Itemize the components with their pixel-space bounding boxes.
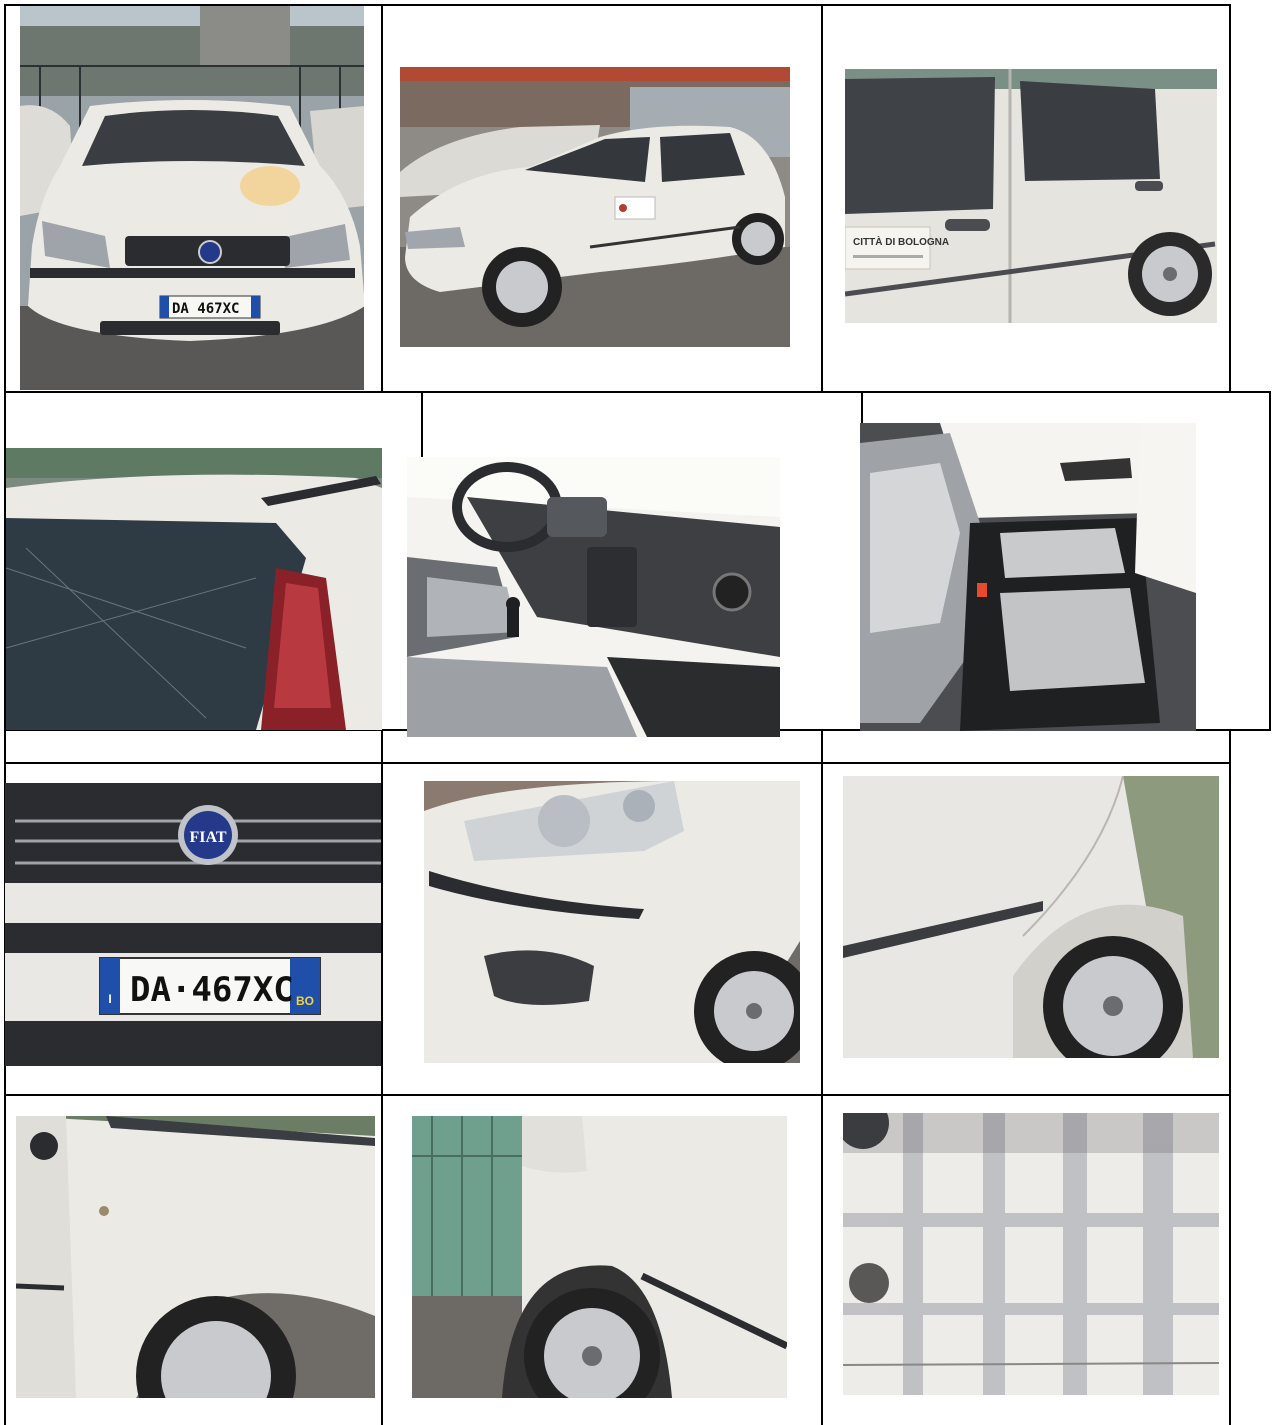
plate-number: DA 467XC: [172, 301, 239, 317]
plate-country-code: I: [108, 992, 111, 1006]
photo-front-side-view: [400, 67, 790, 347]
table-border: [421, 391, 423, 457]
table-border: [1229, 4, 1231, 393]
photo-front-fender-damage: [16, 1116, 375, 1398]
table-border: [861, 391, 863, 423]
plate-province-code: BO: [296, 994, 314, 1008]
table-border: [4, 762, 1231, 764]
table-border: [1269, 391, 1271, 731]
photo-rear-window-taillight: [6, 448, 382, 730]
door-sign-text: CITTÀ DI BOLOGNA: [853, 235, 949, 248]
photo-front-view: DA 467XC: [20, 6, 364, 390]
fiat-badge-text: FIAT: [189, 829, 226, 846]
photo-dashboard-interior: [407, 457, 780, 737]
photo-rear-wheel-damage: [843, 776, 1219, 1058]
photo-front-grille-plate: FIAT I BO DA·467XC: [5, 783, 381, 1066]
photo-side-doors-view: CITTÀ DI BOLOGNA: [845, 69, 1217, 323]
table-border: [821, 4, 823, 393]
table-border: [821, 729, 823, 764]
photo-front-bumper-headlight: [424, 781, 800, 1063]
table-border: [4, 391, 1271, 393]
table-border: [381, 729, 383, 764]
table-border: [381, 4, 383, 393]
plate-number-closeup: DA·467XC: [130, 970, 294, 1010]
table-border: [4, 1094, 1231, 1096]
photo-rear-seat-interior: [860, 423, 1196, 731]
photo-panel-shadow-closeup: [843, 1113, 1219, 1395]
table-border: [1229, 729, 1231, 1425]
photo-rear-quarter-wheel: [412, 1116, 787, 1398]
